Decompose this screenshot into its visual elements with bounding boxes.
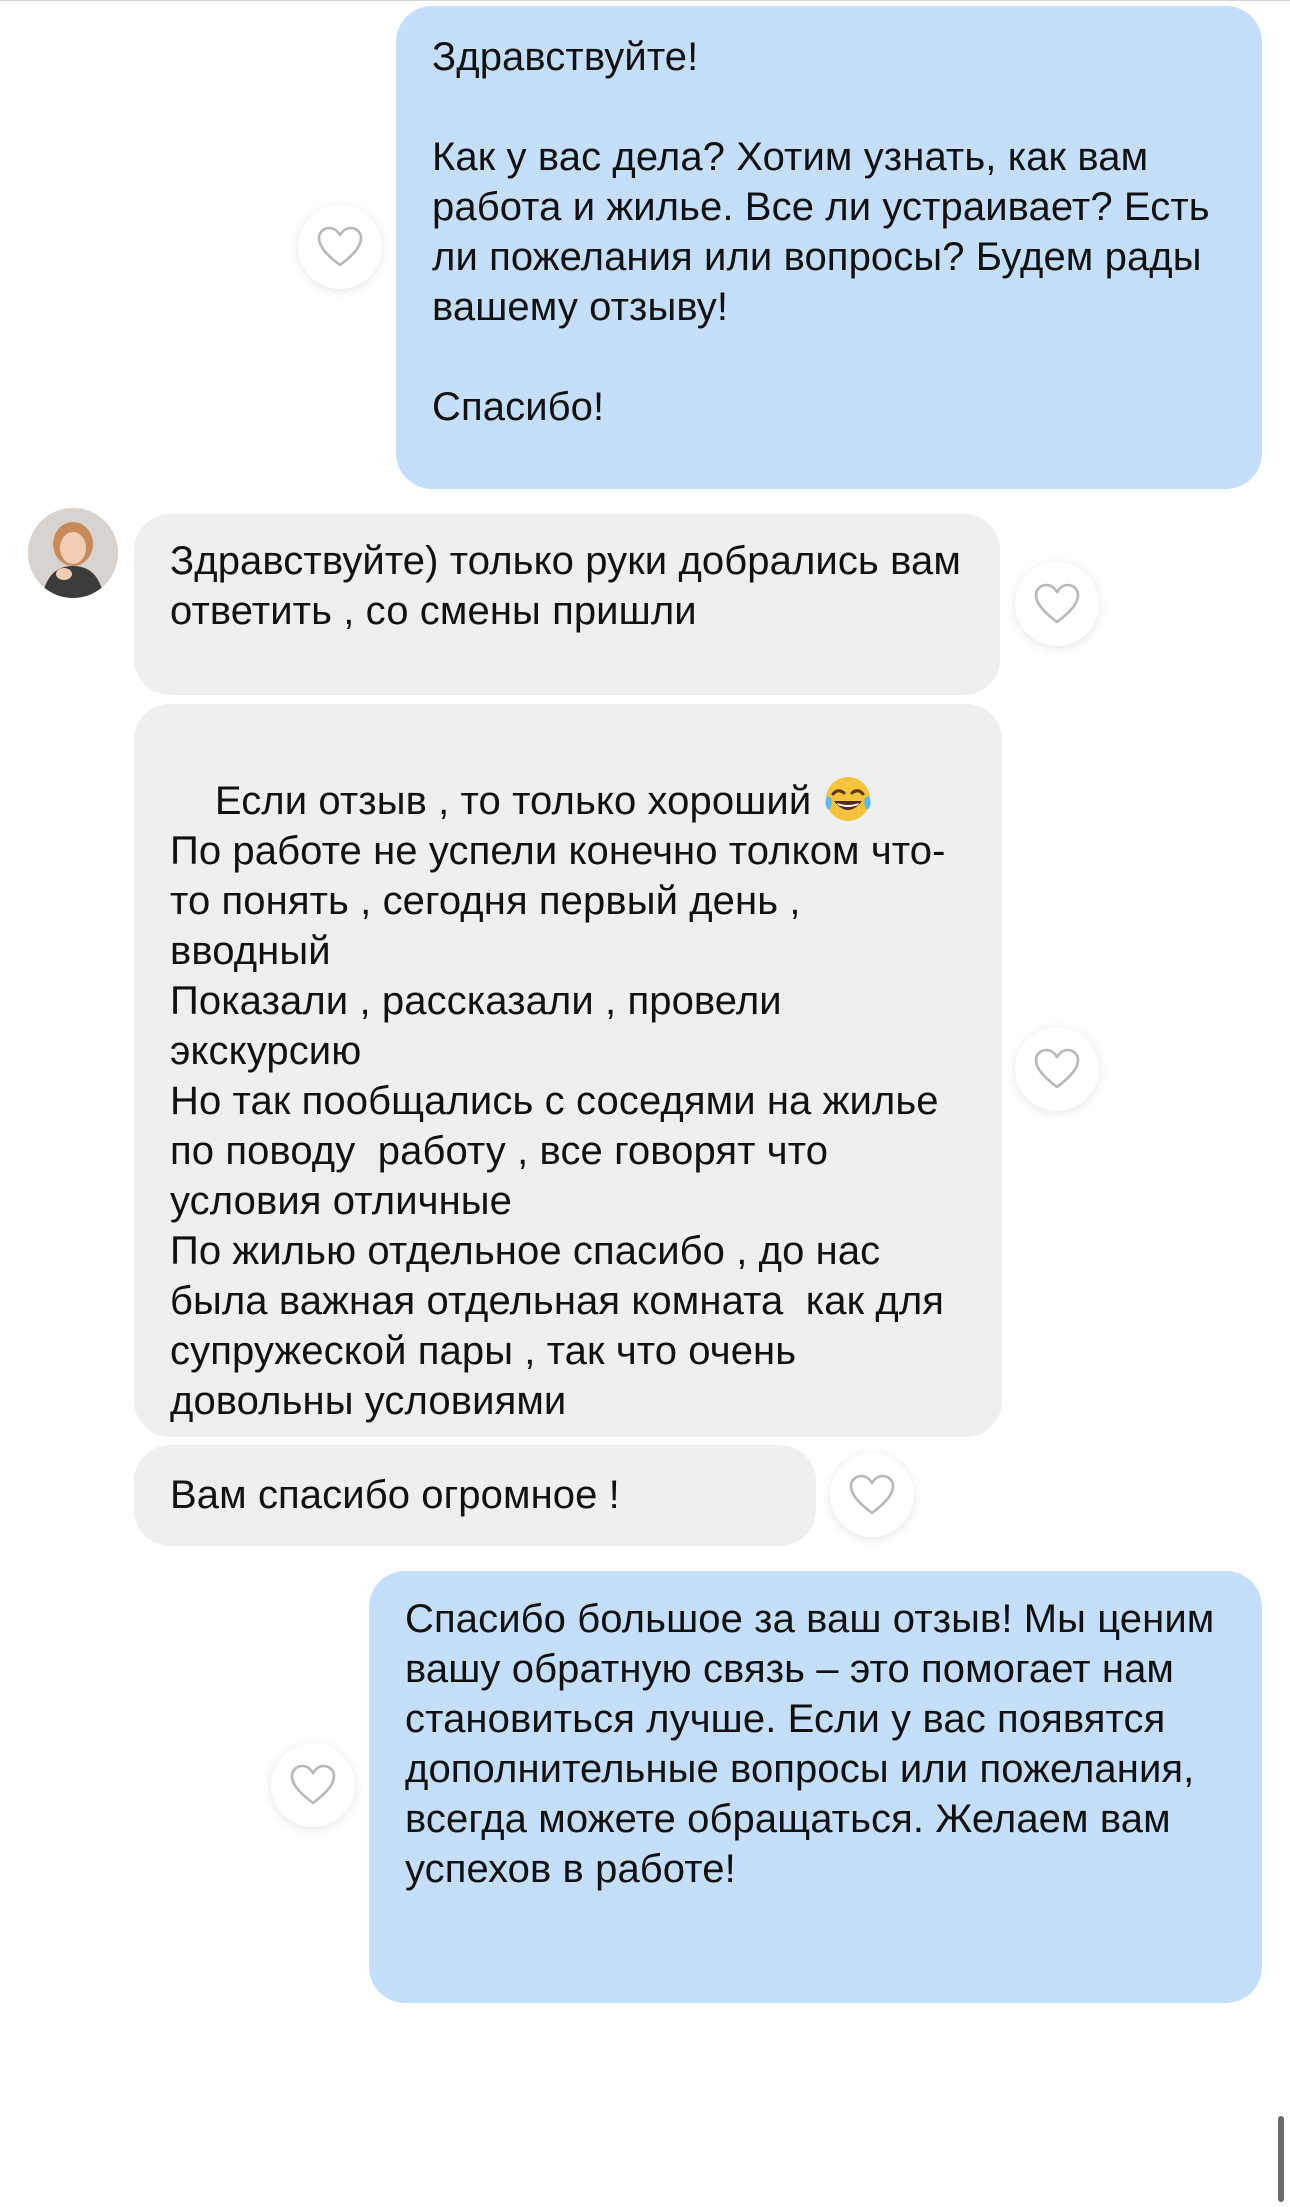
face-with-tears-of-joy-icon [824,777,871,821]
like-button[interactable] [1015,1027,1099,1111]
incoming-message-bubble[interactable]: Здравствуйте) только руки добрались вам … [134,514,1000,695]
outgoing-message-bubble[interactable]: Здравствуйте! Как у вас дела? Хотим узна… [396,6,1262,489]
heart-outline-icon [317,226,363,267]
message-text: По работе не успели конечно толком что-т… [170,829,946,1423]
message-text: Если отзыв , то только хороший [214,779,812,823]
chat-thread: Здравствуйте! Как у вас дела? Хотим узна… [0,0,1290,2207]
incoming-message-bubble[interactable]: Если отзыв , то только хороший По работе… [134,704,1002,1437]
heart-outline-icon [1034,583,1080,624]
top-divider [0,0,1290,1]
like-button[interactable] [271,1743,355,1827]
heart-outline-icon [290,1764,336,1805]
like-button[interactable] [1015,562,1099,646]
heart-outline-icon [849,1474,895,1515]
contact-avatar[interactable] [28,508,118,598]
incoming-message-bubble[interactable]: Вам спасибо огромное ! [134,1445,816,1546]
like-button[interactable] [298,205,382,289]
user-avatar [28,508,118,598]
like-button[interactable] [830,1453,914,1537]
outgoing-message-bubble[interactable]: Спасибо большое за ваш отзыв! Мы ценим в… [369,1571,1262,2003]
scrollbar-thumb[interactable] [1278,2116,1284,2202]
heart-outline-icon [1034,1048,1080,1089]
